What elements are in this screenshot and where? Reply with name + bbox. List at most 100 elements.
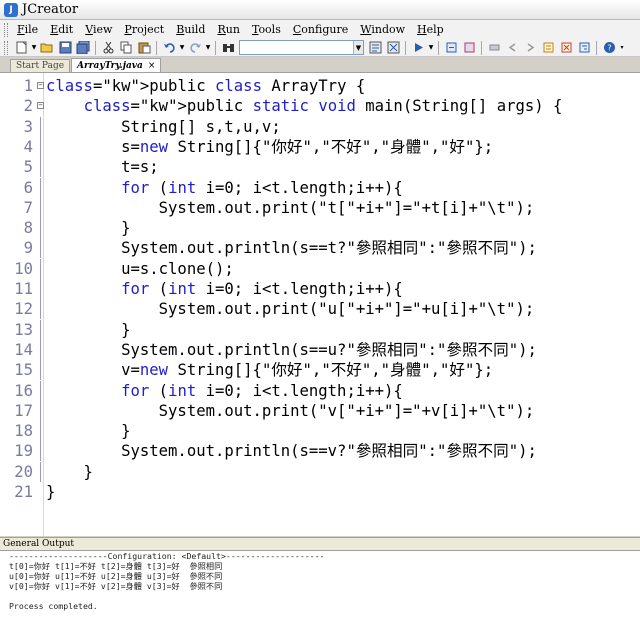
toggle-breakpoint-icon[interactable] [486,40,502,55]
menu-run[interactable]: Run [212,23,246,36]
code-editor[interactable]: 1− class="kw">public class ArrayTry {2− c… [0,72,640,536]
menu-configure[interactable]: Configure [288,23,355,36]
help-icon[interactable]: ? [601,40,617,55]
dropdown-arrow-icon[interactable]: ▼ [428,40,434,55]
code-line[interactable]: 10 u=s.clone(); [0,258,640,279]
jcreator-app-icon[interactable]: J [4,2,18,17]
code-text: } [46,219,131,238]
output-line: Process completed. [9,601,98,611]
code-line[interactable]: 1− class="kw">public class ArrayTry { [0,76,640,96]
undo-icon[interactable] [161,40,177,55]
fold-marker [37,339,44,360]
code-line[interactable]: 8 } [0,218,640,239]
menu-project[interactable]: Project [119,23,171,36]
find-icon[interactable] [220,40,236,55]
code-line[interactable]: 16 for (int i=0; i<t.length;i++){ [0,380,640,401]
code-line[interactable]: 4 s=new String[]{"你好","不好","身體","好"}; [0,136,640,157]
code-line[interactable]: 11 for (int i=0; i<t.length;i++){ [0,279,640,299]
output-panel[interactable]: --------------------Configuration: <Defa… [0,550,640,629]
toolbar-overflow-icon[interactable]: ▾ [619,40,625,55]
line-number: 7 [23,198,33,217]
code-line[interactable]: 2− class="kw">public static void main(St… [0,96,640,116]
copy-icon[interactable] [118,40,134,55]
close-icon[interactable]: × [148,61,156,71]
fold-marker [37,360,44,381]
find-combo[interactable]: ▼ [239,40,364,55]
menu-view[interactable]: View [80,23,119,36]
fold-marker [37,279,44,299]
code-line[interactable]: 6 for (int i=0; i<t.length;i++){ [0,177,640,198]
new-file-icon[interactable] [13,40,29,55]
collapse-icon[interactable]: − [37,102,44,110]
toolbar-grip-handle[interactable] [4,40,8,55]
code-line[interactable]: 15 v=new String[]{"你好","不好","身體","好"}; [0,360,640,381]
fold-range-bar [40,299,41,320]
line-number: 13 [14,320,33,339]
cut-icon[interactable] [100,40,116,55]
line-number: 16 [14,381,33,400]
run-icon[interactable] [410,40,426,55]
menu-build[interactable]: Build [171,23,212,36]
compile-file-icon[interactable] [367,40,383,55]
line-number: 17 [14,401,33,420]
indent-icon[interactable] [576,40,592,55]
menu-grip-handle[interactable] [4,22,8,37]
dropdown-arrow-icon[interactable]: ▼ [31,40,37,55]
code-text: } [46,462,93,481]
menu-bar: File Edit View Project Build Run Tools C… [0,20,640,39]
bookmark-icon[interactable] [540,40,556,55]
save-all-icon[interactable] [75,40,91,55]
fold-marker [37,380,44,401]
code-line[interactable]: 17 System.out.print("v["+i+"]="+v[i]+"\t… [0,400,640,421]
code-text: v=new String[]{"你好","不好","身體","好"}; [46,361,494,380]
code-line[interactable]: 19 System.out.println(s==v?"參照相同":"參照不同"… [0,441,640,462]
chevron-down-icon[interactable]: ▼ [353,41,363,54]
tab-start-page[interactable]: Start Page [10,59,71,72]
fold-marker [37,218,44,239]
code-line[interactable]: 18 } [0,421,640,442]
fold-marker [37,461,44,482]
code-text: System.out.print("u["+i+"]="+u[i]+"\t"); [46,300,535,319]
paste-icon[interactable] [136,40,152,55]
save-icon[interactable] [57,40,73,55]
code-line[interactable]: 20 } [0,461,640,482]
code-text: class="kw">public static void main(Strin… [83,97,563,116]
debug-icon[interactable] [443,40,459,55]
redo-icon[interactable] [187,40,203,55]
menu-edit[interactable]: Edit [45,23,80,36]
fold-marker [37,400,44,421]
stop-icon[interactable] [461,40,477,55]
prev-bookmark-icon[interactable] [504,40,520,55]
clear-bookmarks-icon[interactable] [558,40,574,55]
open-folder-icon[interactable] [39,40,55,55]
code-line[interactable]: 7 System.out.print("t["+i+"]="+t[i]+"\t"… [0,197,640,218]
next-bookmark-icon[interactable] [522,40,538,55]
menu-window[interactable]: Window [355,23,412,36]
collapse-icon[interactable]: − [37,82,44,89]
line-number: 21 [14,483,33,501]
code-line[interactable]: 14 System.out.println(s==u?"參照相同":"參照不同"… [0,339,640,360]
menu-file[interactable]: File [12,23,45,36]
code-text: for (int i=0; i<t.length;i++){ [121,381,403,400]
output-line: --------------------Configuration: <Defa… [9,551,325,561]
code-line[interactable]: 21} [0,482,640,502]
code-line[interactable]: 13 } [0,319,640,340]
line-number: 4 [23,137,33,156]
menu-help[interactable]: Help [412,23,451,36]
fold-marker [37,441,44,462]
fold-marker [37,157,44,178]
fold-range-bar [40,279,41,299]
fold-range-bar [40,177,41,198]
code-line[interactable]: 12 System.out.print("u["+i+"]="+u[i]+"\t… [0,299,640,320]
code-line[interactable]: 9 System.out.println(s==t?"參照相同":"參照不同")… [0,238,640,259]
dropdown-arrow-icon[interactable]: ▼ [205,40,211,55]
line-number: 19 [14,442,33,461]
toolbar-separator [215,40,216,55]
dropdown-arrow-icon[interactable]: ▼ [179,40,185,55]
fold-range-bar [40,380,41,401]
code-line[interactable]: 3 String[] s,t,u,v; [0,116,640,137]
build-project-icon[interactable] [385,40,401,55]
menu-tools[interactable]: Tools [247,23,288,36]
tab-arraytry-java[interactable]: ArrayTry.java × [71,58,162,72]
code-line[interactable]: 5 t=s; [0,157,640,178]
